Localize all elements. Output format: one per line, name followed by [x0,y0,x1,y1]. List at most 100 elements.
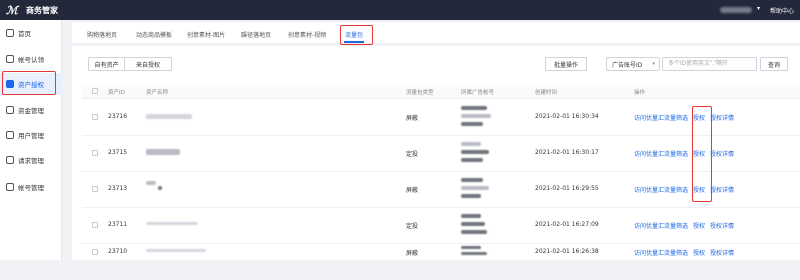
gear-icon [6,183,14,191]
grant-link[interactable]: 授权 [693,248,705,257]
highlight-outline [692,106,712,202]
sidebar-item-label: 资金管理 [18,107,44,115]
column-header: 资产名称 [146,90,169,96]
sidebar-item-users[interactable]: 用户管理 [0,124,62,146]
flow-filter-link[interactable]: 访问优量汇流量筛选 [634,113,688,122]
account-redacted [461,106,487,110]
account-redacted [461,114,491,118]
account-redacted [461,142,481,146]
row-checkbox[interactable] [92,186,98,192]
grant-detail-link[interactable]: 授权详情 [710,113,734,122]
asset-name-redacted [146,222,198,225]
column-header: 创建时间 [535,90,558,96]
batch-action-button[interactable]: 批量操作 [545,57,587,71]
account-id-select[interactable]: 广告账号ID ▾ [606,57,660,71]
asset-name-redacted [146,149,180,155]
table-header: 资产ID 资产名称 流量包类型 所属广告帐号 创建时间 操作 [82,85,800,99]
sidebar-item-funds[interactable]: 资金管理 [0,99,62,121]
account-redacted [461,222,485,226]
highlight-outline [340,25,373,45]
app-title: 商务管家 [26,6,58,15]
tab-creative-image[interactable]: 创意素材-图片 [187,30,225,39]
sidebar-item-label: 首页 [18,30,31,38]
account-redacted [461,122,483,126]
segment-own-assets[interactable]: 自有资产 [88,57,125,71]
grant-detail-link[interactable]: 授权详情 [710,149,734,158]
help-link[interactable]: 帮助中心 [770,6,794,15]
tab-bar: 购物落地页 动态商品模板 创意素材-图片 蹊径落地页 创意素材-视频 流量包 [72,22,800,44]
tab-dynamic-template[interactable]: 动态商品模板 [136,30,172,39]
highlight-outline [2,71,56,95]
account-redacted [461,214,481,218]
sidebar-item-account-mgmt[interactable]: 帐号管理 [0,176,62,198]
wallet-icon [6,106,14,114]
chevron-down-icon: ▾ [652,61,655,67]
table-row[interactable]: 23711 定投 2021-02-01 16:27:09 访问优量汇流量筛选 授… [82,208,800,244]
created-time: 2021-02-01 16:27:09 [535,221,599,228]
account-redacted [461,150,489,154]
row-checkbox[interactable] [92,114,98,120]
account-redacted [461,186,489,190]
select-value: 广告账号ID [612,61,643,69]
asset-id: 23711 [108,221,128,228]
chevron-down-icon[interactable]: ▾ [757,5,760,12]
grant-detail-link[interactable]: 授权详情 [710,185,734,194]
asset-id: 23710 [108,248,128,255]
account-redacted [461,194,481,198]
account-redacted [461,158,483,162]
logo-icon: ℳ [6,4,18,17]
column-header: 所属广告帐号 [461,90,495,96]
flow-filter-link[interactable]: 访问优量汇流量筛选 [634,221,688,230]
pack-type: 定投 [406,223,419,230]
list-icon [6,156,14,164]
created-time: 2021-02-01 16:30:34 [535,113,599,120]
tab-xijing-landing[interactable]: 蹊径落地页 [241,30,271,39]
account-redacted [461,230,487,234]
user-icon [6,131,14,139]
grant-detail-link[interactable]: 授权详情 [710,221,734,230]
asset-id: 23716 [108,113,128,120]
column-header: 操作 [634,90,646,96]
tab-shopping-landing[interactable]: 购物落地页 [87,30,117,39]
pack-type: 定投 [406,151,419,158]
column-header: 资产ID [108,90,125,96]
pack-type: 屏蔽 [406,250,419,257]
asset-id: 23713 [108,185,128,192]
sidebar-item-home[interactable]: 首页 [0,22,62,44]
sidebar-item-label: 请求管理 [18,157,44,165]
asset-name-redacted [146,249,206,252]
sidebar: 首页 帐号认领 资产授权 资金管理 用户管理 请求管理 帐号管理 [0,20,62,260]
search-input[interactable] [662,57,757,71]
asset-name-redacted [146,181,156,185]
account-redacted [461,252,487,255]
created-time: 2021-02-01 16:29:55 [535,185,599,192]
sidebar-item-label: 帐号认领 [18,56,44,64]
grant-detail-link[interactable]: 授权详情 [710,248,734,257]
asset-name-redacted [146,114,192,119]
row-checkbox[interactable] [92,249,98,255]
select-all-checkbox[interactable] [92,88,98,94]
sidebar-item-label: 用户管理 [18,132,44,140]
tab-creative-video[interactable]: 创意素材-视频 [288,30,326,39]
home-icon [6,29,14,37]
segment-authorized-assets[interactable]: 来自授权 [124,57,172,71]
sidebar-item-account-claim[interactable]: 帐号认领 [0,48,62,70]
asset-id: 23715 [108,149,128,156]
table-row[interactable]: 23710 屏蔽 2021-02-01 16:26:38 访问优量汇流量筛选 授… [82,244,800,280]
grant-link[interactable]: 授权 [693,221,705,230]
user-name-redacted[interactable] [720,7,752,13]
top-bar: ℳ 商务管家 ▾ 帮助中心 [0,0,800,20]
query-button[interactable]: 查询 [760,57,788,71]
row-checkbox[interactable] [92,222,98,228]
flow-filter-link[interactable]: 访问优量汇流量筛选 [634,149,688,158]
pack-type: 屏蔽 [406,187,419,194]
sidebar-item-requests[interactable]: 请求管理 [0,149,62,171]
row-checkbox[interactable] [92,150,98,156]
account-redacted [461,178,483,182]
flow-filter-link[interactable]: 访问优量汇流量筛选 [634,185,688,194]
created-time: 2021-02-01 16:30:17 [535,149,599,156]
account-redacted [461,246,481,249]
main-content: 自有资产 来自授权 批量操作 广告账号ID ▾ 查询 资产ID 资产名称 流量包… [72,46,800,280]
flow-filter-link[interactable]: 访问优量汇流量筛选 [634,248,688,257]
column-header: 流量包类型 [406,90,434,96]
